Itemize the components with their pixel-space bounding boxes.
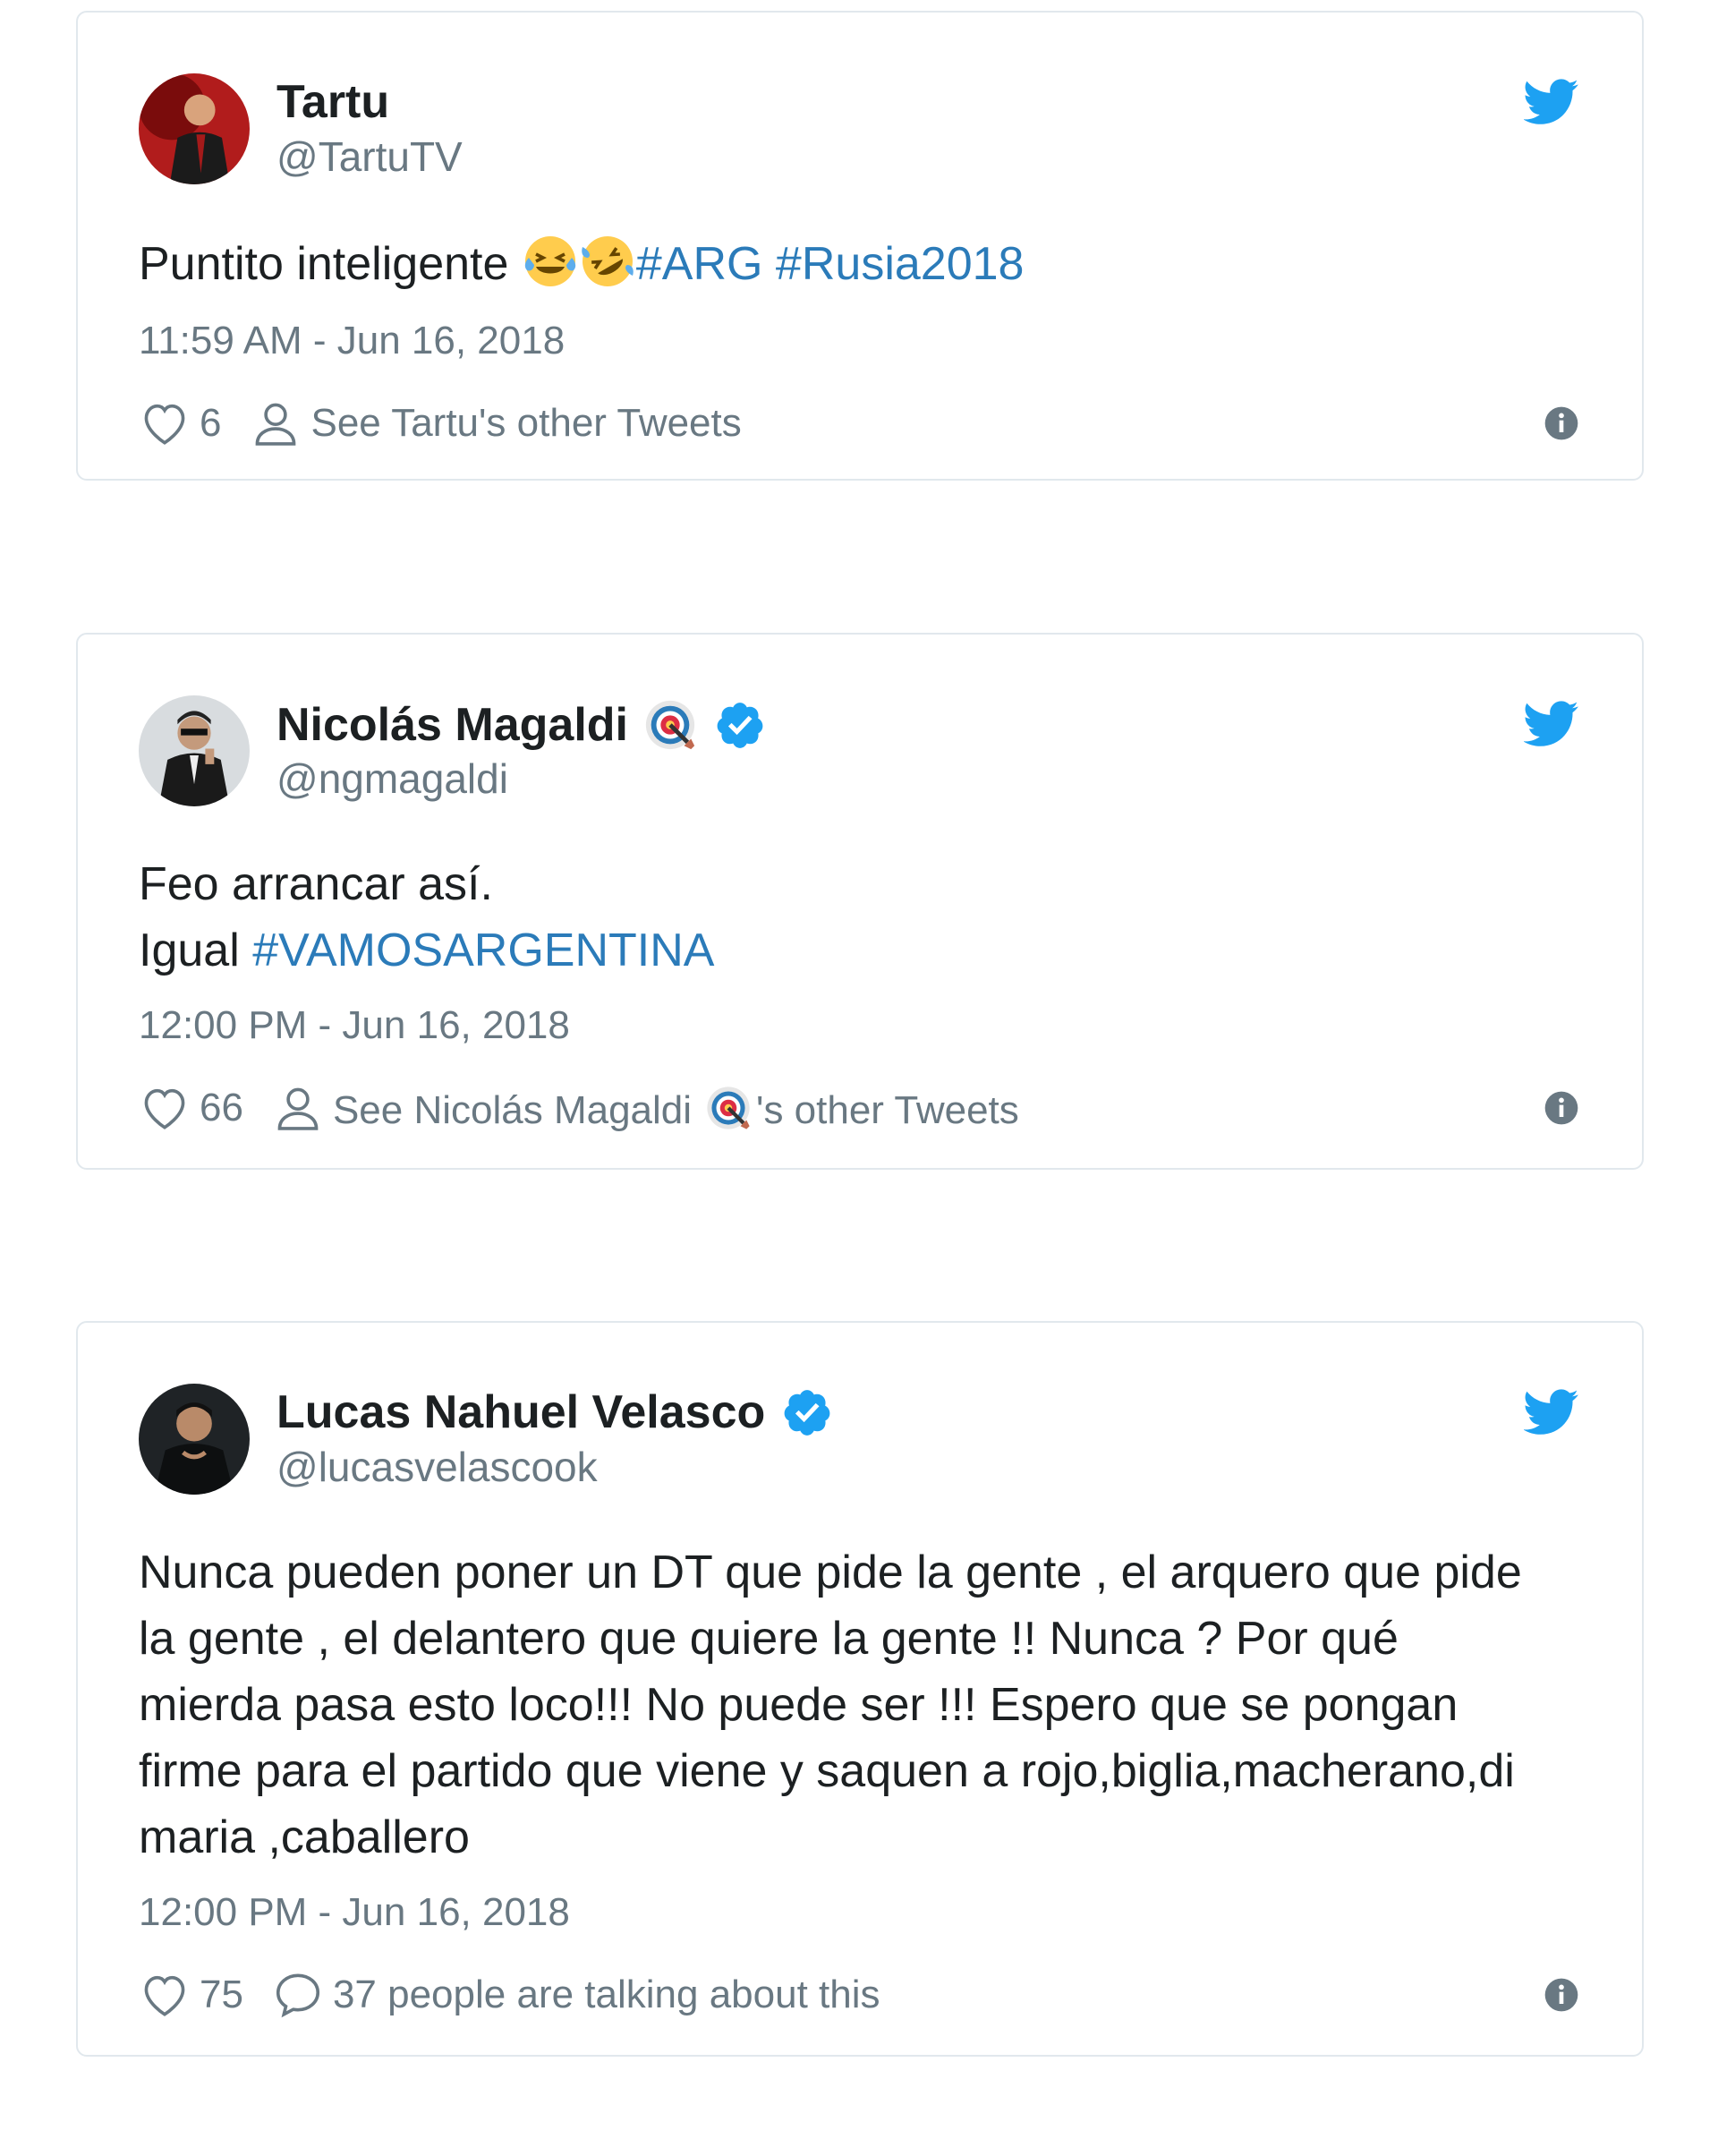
see-other-tweets-link[interactable]: See Nicolás Magaldi 's other Tweets [333, 1084, 1019, 1133]
author-name[interactable]: Tartu [276, 75, 389, 129]
tweet-text-line: mierda pasa esto loco!!! No puede ser !!… [139, 1679, 1459, 1731]
tweet-actions: 66 See Nicolás Magaldi 's other Tweets [139, 1082, 1019, 1134]
tweet-text-line: la gente , el delantero que quiere la ge… [139, 1613, 1399, 1665]
tweet-card: Nicolás Magaldi @ngmagaldi Feo arrancar … [76, 633, 1644, 1170]
tweet-text: Nunca pueden poner un DT que pide la gen… [139, 1539, 1522, 1871]
avatar[interactable] [139, 695, 250, 806]
rofl-emoji-icon [579, 233, 636, 290]
tweet-text-line: Nunca pueden poner un DT que pide la gen… [139, 1547, 1522, 1598]
tweet-text: Feo arrancar así. Igual #VAMOSARGENTINA [139, 851, 714, 984]
like-count[interactable]: 75 [200, 1973, 243, 2017]
author-name[interactable]: Lucas Nahuel Velasco [276, 1385, 765, 1439]
joy-emoji-icon [522, 233, 579, 290]
person-icon [272, 1082, 324, 1134]
twitter-bird-icon[interactable] [1524, 699, 1579, 749]
hashtag-link[interactable]: #VAMOSARGENTINA [252, 925, 714, 976]
avatar[interactable] [139, 1384, 250, 1495]
info-icon[interactable] [1544, 405, 1579, 441]
info-icon[interactable] [1544, 1977, 1579, 2013]
tweet-actions: 75 37 people are talking about this [139, 1969, 880, 2021]
heart-icon[interactable] [139, 397, 191, 449]
twitter-bird-icon[interactable] [1524, 1387, 1579, 1437]
author-handle[interactable]: @lucasvelascook [276, 1443, 598, 1491]
tweet-timestamp[interactable]: 11:59 AM - Jun 16, 2018 [139, 319, 565, 363]
tweet-text: Puntito inteligente #ARG #Rusia2018 [139, 231, 1024, 297]
tweet-text-line: firme para el partido que viene y saquen… [139, 1745, 1515, 1797]
hashtag-link[interactable]: #ARG [636, 238, 763, 290]
tweet-actions: 6 See Tartu's other Tweets [139, 397, 742, 449]
tweet-text-plain: Puntito inteligente [139, 238, 522, 290]
like-count[interactable]: 6 [200, 401, 221, 446]
person-icon [250, 397, 302, 449]
avatar[interactable] [139, 73, 250, 184]
author-name-row: Nicolás Magaldi [276, 697, 766, 753]
heart-icon[interactable] [139, 1969, 191, 2021]
tweet-text-plain: Igual [139, 925, 253, 976]
author-name[interactable]: Nicolás Magaldi [276, 698, 628, 752]
tweet-timestamp[interactable]: 12:00 PM - Jun 16, 2018 [139, 1890, 570, 1935]
see-other-tweets-prefix: See Nicolás Magaldi [332, 1087, 693, 1132]
target-emoji-icon [642, 697, 698, 753]
see-other-tweets-link[interactable]: See Tartu's other Tweets [310, 401, 741, 446]
verified-badge-icon [714, 699, 766, 751]
conversation-link[interactable]: 37 people are talking about this [333, 1973, 880, 2017]
tweet-text-line: maria ,caballero [139, 1811, 470, 1863]
author-name-row: Lucas Nahuel Velasco [276, 1385, 833, 1439]
tweet-timestamp[interactable]: 12:00 PM - Jun 16, 2018 [139, 1003, 570, 1048]
info-icon[interactable] [1544, 1090, 1579, 1126]
comment-bubble-icon [272, 1969, 324, 2021]
twitter-bird-icon[interactable] [1524, 77, 1579, 127]
heart-icon[interactable] [139, 1082, 191, 1134]
tweet-text-line: Feo arrancar así. [139, 858, 493, 910]
author-handle[interactable]: @ngmagaldi [276, 754, 508, 803]
target-emoji-icon [704, 1084, 753, 1132]
tweet-card: Tartu @TartuTV Puntito inteligente #ARG … [76, 11, 1644, 481]
like-count[interactable]: 66 [200, 1086, 243, 1130]
hashtag-link[interactable]: #Rusia2018 [776, 238, 1025, 290]
see-other-tweets-suffix: 's other Tweets [756, 1087, 1019, 1132]
author-name-row: Tartu [276, 75, 389, 129]
verified-badge-icon [781, 1386, 833, 1438]
tweet-card: Lucas Nahuel Velasco @lucasvelascook Nun… [76, 1321, 1644, 2057]
author-handle[interactable]: @TartuTV [276, 132, 463, 181]
tweet-text-line: Igual #VAMOSARGENTINA [139, 917, 714, 984]
